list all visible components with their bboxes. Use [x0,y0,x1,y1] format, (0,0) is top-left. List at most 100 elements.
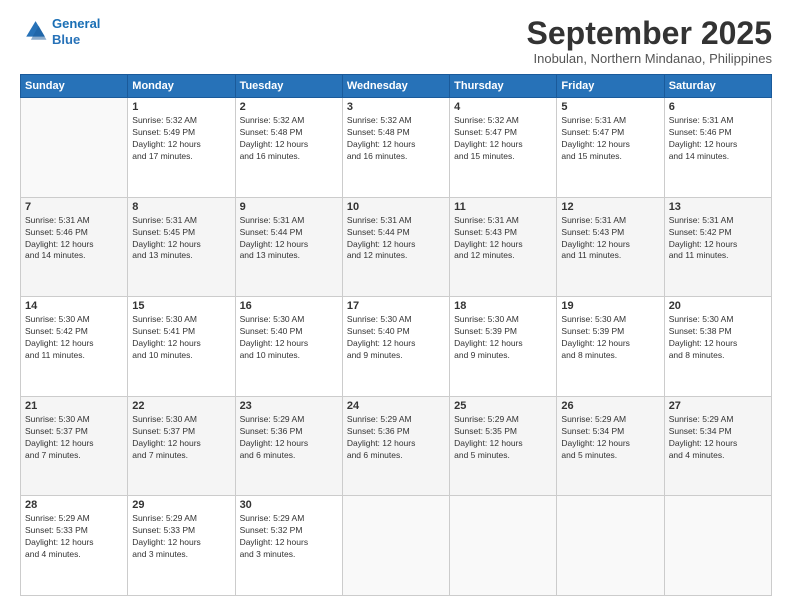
col-sunday: Sunday [21,75,128,98]
day-info: Sunrise: 5:29 AM Sunset: 5:36 PM Dayligh… [347,414,445,462]
logo-icon [20,18,48,46]
table-cell: 8 Sunrise: 5:31 AM Sunset: 5:45 PM Daylig… [128,197,235,297]
day-number: 1 [132,101,230,113]
table-cell: 7 Sunrise: 5:31 AM Sunset: 5:46 PM Daylig… [21,197,128,297]
table-cell: 14 Sunrise: 5:30 AM Sunset: 5:42 PM Dayli… [21,297,128,397]
table-cell: 23Sunrise: 5:29 AM Sunset: 5:36 PM Dayli… [235,396,342,496]
table-cell: 21 Sunrise: 5:30 AM Sunset: 5:37 PM Dayli… [21,396,128,496]
day-number: 27 [669,400,767,412]
col-friday: Friday [557,75,664,98]
day-info: Sunrise: 5:31 AM Sunset: 5:47 PM Dayligh… [561,115,659,163]
table-cell: 6Sunrise: 5:31 AM Sunset: 5:46 PM Daylig… [664,98,771,198]
day-number: 16 [240,300,338,312]
page: General Blue September 2025 Inobulan, No… [0,0,792,612]
day-info: Sunrise: 5:32 AM Sunset: 5:48 PM Dayligh… [347,115,445,163]
day-number: 30 [240,499,338,511]
day-number: 2 [240,101,338,113]
day-info: Sunrise: 5:30 AM Sunset: 5:39 PM Dayligh… [454,314,552,362]
day-info: Sunrise: 5:32 AM Sunset: 5:47 PM Dayligh… [454,115,552,163]
day-number: 15 [132,300,230,312]
day-info: Sunrise: 5:31 AM Sunset: 5:46 PM Dayligh… [25,215,123,263]
day-info: Sunrise: 5:30 AM Sunset: 5:41 PM Dayligh… [132,314,230,362]
calendar-row: 7 Sunrise: 5:31 AM Sunset: 5:46 PM Daylig… [21,197,772,297]
day-info: Sunrise: 5:29 AM Sunset: 5:34 PM Dayligh… [669,414,767,462]
day-info: Sunrise: 5:29 AM Sunset: 5:32 PM Dayligh… [240,513,338,561]
day-info: Sunrise: 5:31 AM Sunset: 5:45 PM Dayligh… [132,215,230,263]
logo-text: General Blue [52,16,100,47]
table-cell: 16Sunrise: 5:30 AM Sunset: 5:40 PM Dayli… [235,297,342,397]
table-cell: 10 Sunrise: 5:31 AM Sunset: 5:44 PM Dayli… [342,197,449,297]
day-number: 10 [347,201,445,213]
day-number: 4 [454,101,552,113]
table-cell: 28 Sunrise: 5:29 AM Sunset: 5:33 PM Dayli… [21,496,128,596]
day-number: 14 [25,300,123,312]
day-info: Sunrise: 5:30 AM Sunset: 5:39 PM Dayligh… [561,314,659,362]
calendar-row: 21 Sunrise: 5:30 AM Sunset: 5:37 PM Dayli… [21,396,772,496]
header: General Blue September 2025 Inobulan, No… [20,16,772,66]
logo-blue: Blue [52,32,80,47]
table-cell: 4 Sunrise: 5:32 AM Sunset: 5:47 PM Daylig… [450,98,557,198]
day-number: 9 [240,201,338,213]
table-cell: 15 Sunrise: 5:30 AM Sunset: 5:41 PM Dayli… [128,297,235,397]
day-info: Sunrise: 5:29 AM Sunset: 5:36 PM Dayligh… [240,414,338,462]
day-number: 3 [347,101,445,113]
logo: General Blue [20,16,100,47]
day-info: Sunrise: 5:29 AM Sunset: 5:33 PM Dayligh… [25,513,123,561]
location: Inobulan, Northern Mindanao, Philippines [527,51,772,66]
table-cell: 25Sunrise: 5:29 AM Sunset: 5:35 PM Dayli… [450,396,557,496]
table-cell: 5 Sunrise: 5:31 AM Sunset: 5:47 PM Daylig… [557,98,664,198]
day-info: Sunrise: 5:30 AM Sunset: 5:40 PM Dayligh… [347,314,445,362]
day-info: Sunrise: 5:30 AM Sunset: 5:37 PM Dayligh… [25,414,123,462]
day-info: Sunrise: 5:30 AM Sunset: 5:42 PM Dayligh… [25,314,123,362]
day-info: Sunrise: 5:32 AM Sunset: 5:49 PM Dayligh… [132,115,230,163]
day-info: Sunrise: 5:29 AM Sunset: 5:33 PM Dayligh… [132,513,230,561]
calendar-row: 1 Sunrise: 5:32 AM Sunset: 5:49 PM Daylig… [21,98,772,198]
day-info: Sunrise: 5:29 AM Sunset: 5:34 PM Dayligh… [561,414,659,462]
day-info: Sunrise: 5:31 AM Sunset: 5:43 PM Dayligh… [561,215,659,263]
table-cell [557,496,664,596]
calendar-header-row: Sunday Monday Tuesday Wednesday Thursday… [21,75,772,98]
day-number: 5 [561,101,659,113]
day-info: Sunrise: 5:30 AM Sunset: 5:38 PM Dayligh… [669,314,767,362]
table-cell: 19 Sunrise: 5:30 AM Sunset: 5:39 PM Dayli… [557,297,664,397]
day-info: Sunrise: 5:31 AM Sunset: 5:44 PM Dayligh… [240,215,338,263]
day-info: Sunrise: 5:31 AM Sunset: 5:44 PM Dayligh… [347,215,445,263]
table-cell: 27 Sunrise: 5:29 AM Sunset: 5:34 PM Dayli… [664,396,771,496]
table-cell: 22Sunrise: 5:30 AM Sunset: 5:37 PM Dayli… [128,396,235,496]
table-cell: 30 Sunrise: 5:29 AM Sunset: 5:32 PM Dayli… [235,496,342,596]
day-number: 17 [347,300,445,312]
table-cell: 24 Sunrise: 5:29 AM Sunset: 5:36 PM Dayli… [342,396,449,496]
day-number: 11 [454,201,552,213]
table-cell: 3 Sunrise: 5:32 AM Sunset: 5:48 PM Daylig… [342,98,449,198]
title-block: September 2025 Inobulan, Northern Mindan… [527,16,772,66]
day-number: 12 [561,201,659,213]
day-number: 13 [669,201,767,213]
day-number: 19 [561,300,659,312]
table-cell: 11 Sunrise: 5:31 AM Sunset: 5:43 PM Dayli… [450,197,557,297]
calendar-row: 14 Sunrise: 5:30 AM Sunset: 5:42 PM Dayli… [21,297,772,397]
col-tuesday: Tuesday [235,75,342,98]
table-cell: 18Sunrise: 5:30 AM Sunset: 5:39 PM Dayli… [450,297,557,397]
day-number: 7 [25,201,123,213]
table-cell: 9 Sunrise: 5:31 AM Sunset: 5:44 PM Daylig… [235,197,342,297]
table-cell: 20 Sunrise: 5:30 AM Sunset: 5:38 PM Dayli… [664,297,771,397]
day-number: 28 [25,499,123,511]
logo-general: General [52,16,100,31]
table-cell: 2Sunrise: 5:32 AM Sunset: 5:48 PM Daylig… [235,98,342,198]
table-cell: 17 Sunrise: 5:30 AM Sunset: 5:40 PM Dayli… [342,297,449,397]
table-cell [450,496,557,596]
table-cell [21,98,128,198]
col-monday: Monday [128,75,235,98]
day-number: 26 [561,400,659,412]
day-info: Sunrise: 5:31 AM Sunset: 5:43 PM Dayligh… [454,215,552,263]
day-number: 20 [669,300,767,312]
day-number: 8 [132,201,230,213]
day-number: 21 [25,400,123,412]
table-cell: 29Sunrise: 5:29 AM Sunset: 5:33 PM Dayli… [128,496,235,596]
day-number: 24 [347,400,445,412]
table-cell [342,496,449,596]
table-cell: 13Sunrise: 5:31 AM Sunset: 5:42 PM Dayli… [664,197,771,297]
calendar-row: 28 Sunrise: 5:29 AM Sunset: 5:33 PM Dayli… [21,496,772,596]
col-thursday: Thursday [450,75,557,98]
day-number: 25 [454,400,552,412]
